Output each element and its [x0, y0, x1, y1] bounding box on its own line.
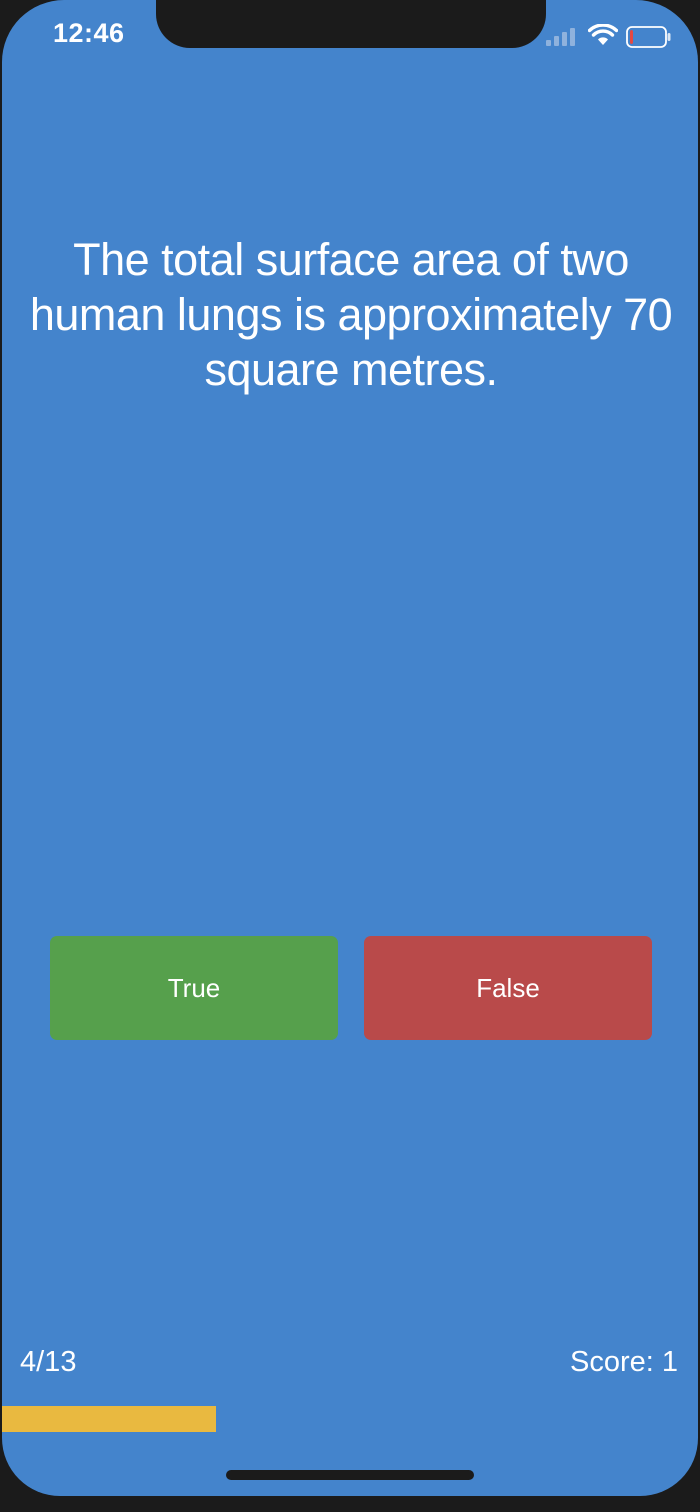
false-button[interactable]: False [364, 936, 652, 1040]
status-time: 12:46 [53, 18, 125, 48]
progress-bar-fill [2, 1406, 216, 1432]
device-notch [156, 0, 546, 48]
progress-bar [2, 1406, 698, 1432]
phone-frame: 12:46 The total surface area of two huma… [0, 0, 700, 1512]
question-text: The total surface area of two human lung… [29, 234, 673, 395]
score-text: Score: 1 [570, 1346, 678, 1378]
question-progress-text: 4/13 [20, 1346, 77, 1378]
battery-low-icon [626, 26, 671, 48]
status-icons [546, 24, 676, 50]
false-button-label: False [476, 972, 540, 1003]
wifi-icon [588, 24, 618, 45]
home-indicator[interactable] [226, 1470, 474, 1480]
quiz-screen: 12:46 The total surface area of two huma… [2, 0, 698, 1496]
true-button[interactable]: True [50, 936, 338, 1040]
true-button-label: True [167, 972, 221, 1003]
